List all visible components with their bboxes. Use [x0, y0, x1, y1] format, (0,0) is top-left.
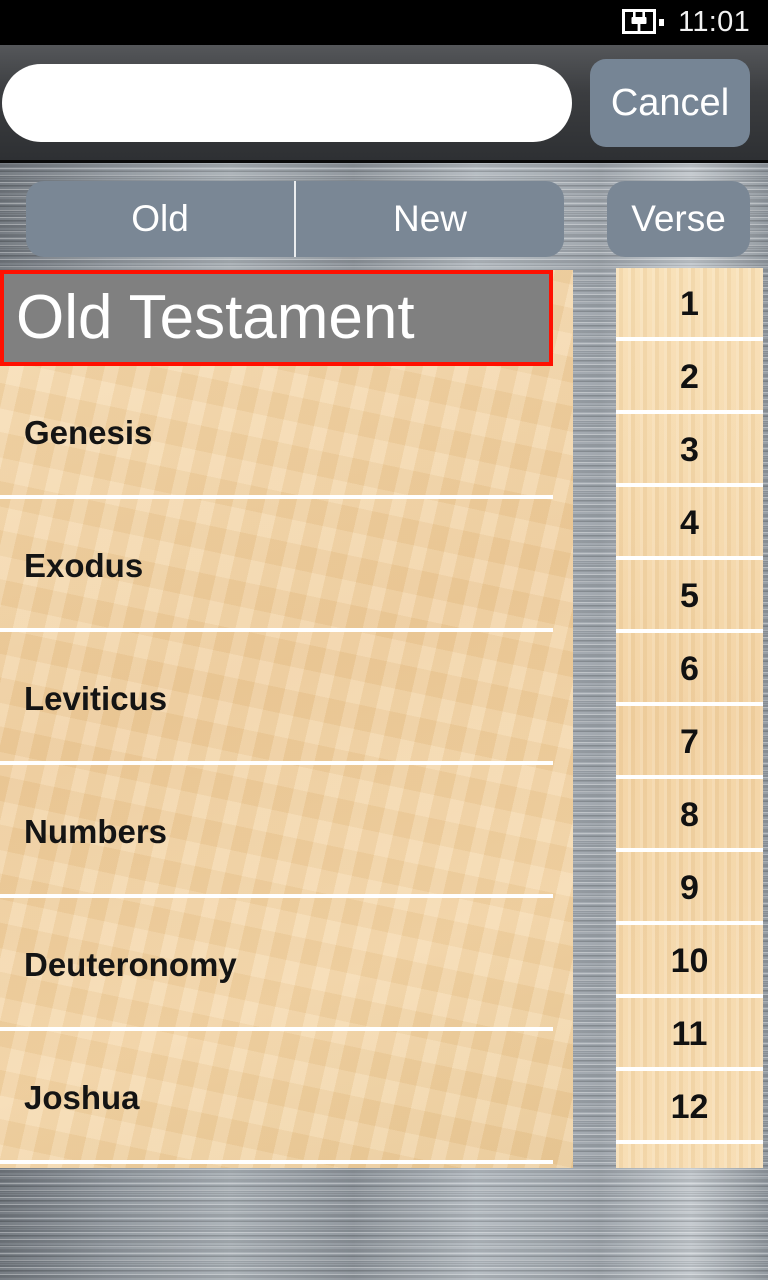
list-item[interactable]: 1: [616, 268, 763, 341]
chapter-label: 11: [671, 1015, 708, 1053]
status-bar: 11:01: [0, 0, 768, 45]
list-item[interactable]: 10: [616, 925, 763, 998]
book-label: Numbers: [24, 812, 168, 850]
chapter-label: 9: [680, 869, 699, 907]
chapter-label: 3: [680, 431, 699, 469]
list-item[interactable]: Leviticus: [0, 632, 573, 765]
chapter-label: 12: [670, 1088, 709, 1126]
tab-new-label: New: [392, 198, 468, 239]
book-list: Genesis Exodus Leviticus Numbers Deutero…: [0, 366, 573, 1164]
book-label: Deuteronomy: [24, 945, 237, 983]
testament-header: Old Testament: [0, 270, 553, 366]
app-screen: 11:01 Cancel Old New Verse Old Testament…: [0, 0, 768, 1280]
verse-button[interactable]: Verse: [607, 181, 750, 257]
search-input[interactable]: [2, 63, 572, 142]
chapter-label: 8: [680, 796, 699, 834]
list-item[interactable]: 11: [616, 998, 763, 1071]
list-item[interactable]: Genesis: [0, 366, 573, 499]
list-item[interactable]: 12: [616, 1071, 763, 1144]
list-item[interactable]: Deuteronomy: [0, 898, 573, 1031]
tab-old[interactable]: Old: [26, 181, 294, 257]
book-label: Exodus: [24, 546, 144, 584]
tab-new[interactable]: New: [296, 181, 564, 257]
list-item[interactable]: 6: [616, 633, 763, 706]
search-bar: Cancel: [0, 45, 768, 163]
book-list-panel[interactable]: Old Testament Genesis Exodus Leviticus N…: [0, 270, 573, 1168]
book-label: Leviticus: [24, 679, 168, 717]
chapter-list-panel[interactable]: 1 2 3 4 5 6 7 8 9 10 11 12: [616, 268, 763, 1168]
list-item[interactable]: Joshua: [0, 1031, 573, 1164]
list-item[interactable]: 7: [616, 706, 763, 779]
chapter-label: 7: [680, 723, 699, 761]
list-item[interactable]: 2: [616, 341, 763, 414]
chapter-label: 6: [680, 650, 699, 688]
book-label: Genesis: [24, 413, 153, 451]
tab-row: Old New Verse: [0, 178, 768, 266]
chapter-label: 1: [680, 285, 699, 323]
chapter-label: 10: [670, 942, 709, 980]
list-item[interactable]: 4: [616, 487, 763, 560]
list-item[interactable]: 5: [616, 560, 763, 633]
segmented-divider: [294, 181, 296, 257]
testament-segmented-control: Old New: [26, 181, 564, 257]
testament-header-label: Old Testament: [16, 283, 415, 352]
verse-button-label: Verse: [631, 198, 726, 239]
book-label: Joshua: [24, 1078, 140, 1116]
battery-charging-icon: [622, 9, 665, 36]
list-item[interactable]: Exodus: [0, 499, 573, 632]
status-time: 11:01: [678, 6, 750, 38]
list-item[interactable]: 8: [616, 779, 763, 852]
chapter-label: 4: [680, 504, 699, 542]
list-item[interactable]: 3: [616, 414, 763, 487]
chapter-label: 5: [680, 577, 699, 615]
cancel-button[interactable]: Cancel: [590, 58, 750, 147]
tab-old-label: Old: [131, 198, 189, 239]
chapter-label: 2: [680, 358, 699, 396]
list-item[interactable]: 9: [616, 852, 763, 925]
list-item[interactable]: Numbers: [0, 765, 573, 898]
